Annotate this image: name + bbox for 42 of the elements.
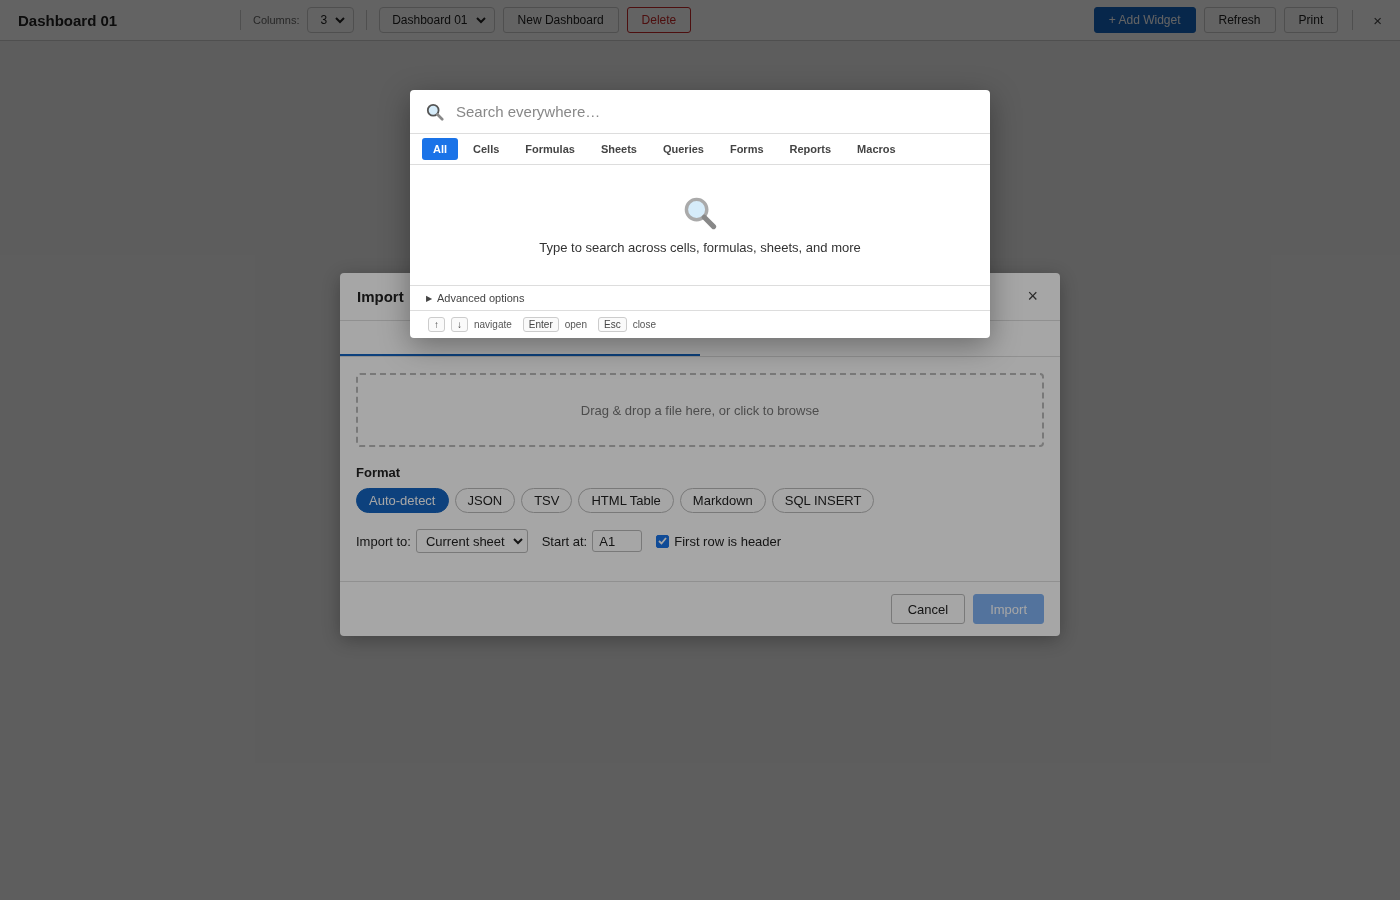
key-hint: Enter xyxy=(522,317,559,332)
filter-tab[interactable]: Forms xyxy=(718,138,775,160)
format-chip[interactable]: SQL INSERT xyxy=(771,488,875,513)
hint-label: close xyxy=(632,319,656,330)
caret-icon xyxy=(512,537,523,545)
close-icon[interactable]: × xyxy=(1027,286,1038,307)
format-chip[interactable]: HTML Table xyxy=(578,488,674,513)
filter-tab[interactable]: Reports xyxy=(778,138,843,160)
checkbox-label: First row is header xyxy=(674,533,782,549)
search-icon xyxy=(683,195,717,230)
format-chip[interactable]: JSON xyxy=(454,488,516,513)
drop-zone[interactable]: Drag & drop a file here, or click to browse xyxy=(356,373,1044,447)
import-to-label: Import to: xyxy=(356,533,411,549)
filter-tab[interactable]: Macros xyxy=(846,138,907,160)
caret-icon[interactable]: ▶ xyxy=(426,293,432,303)
search-icon xyxy=(426,102,444,121)
advanced-options-toggle[interactable]: Advanced options xyxy=(437,292,525,304)
filter-tab[interactable]: All xyxy=(422,138,459,160)
filter-tab[interactable]: Cells xyxy=(462,138,511,160)
import-to-select[interactable]: Current sheet xyxy=(415,529,528,553)
start-at-label: Start at: xyxy=(541,533,588,549)
caret-icon xyxy=(475,16,486,24)
empty-message: Type to search across cells, formulas, sheets, and more xyxy=(539,239,861,255)
key-hint: Esc xyxy=(597,317,627,332)
format-chip[interactable]: Auto-detect xyxy=(356,488,449,513)
dashboard-title: Dashboard 01 xyxy=(18,11,119,29)
hint-label: open xyxy=(564,319,587,330)
key-hint: ↓ xyxy=(451,317,468,332)
key-hint: ↑ xyxy=(428,317,445,332)
start-at-field[interactable]: A1 xyxy=(592,530,643,552)
filter-tab[interactable]: Queries xyxy=(651,138,715,160)
format-chip[interactable]: Markdown xyxy=(679,488,766,513)
format-label: Format xyxy=(356,465,402,480)
filter-tab[interactable]: Sheets xyxy=(589,138,648,160)
dialog-title: Import xyxy=(357,288,404,305)
checkbox[interactable] xyxy=(656,534,670,548)
format-chip[interactable]: TSV xyxy=(521,488,573,513)
cancel-button[interactable]: Cancel xyxy=(890,594,966,624)
filter-tab[interactable]: Formulas xyxy=(514,138,586,160)
hint-label: navigate xyxy=(474,319,512,330)
caret-icon xyxy=(335,16,346,24)
columns-label: Columns: xyxy=(253,14,300,26)
